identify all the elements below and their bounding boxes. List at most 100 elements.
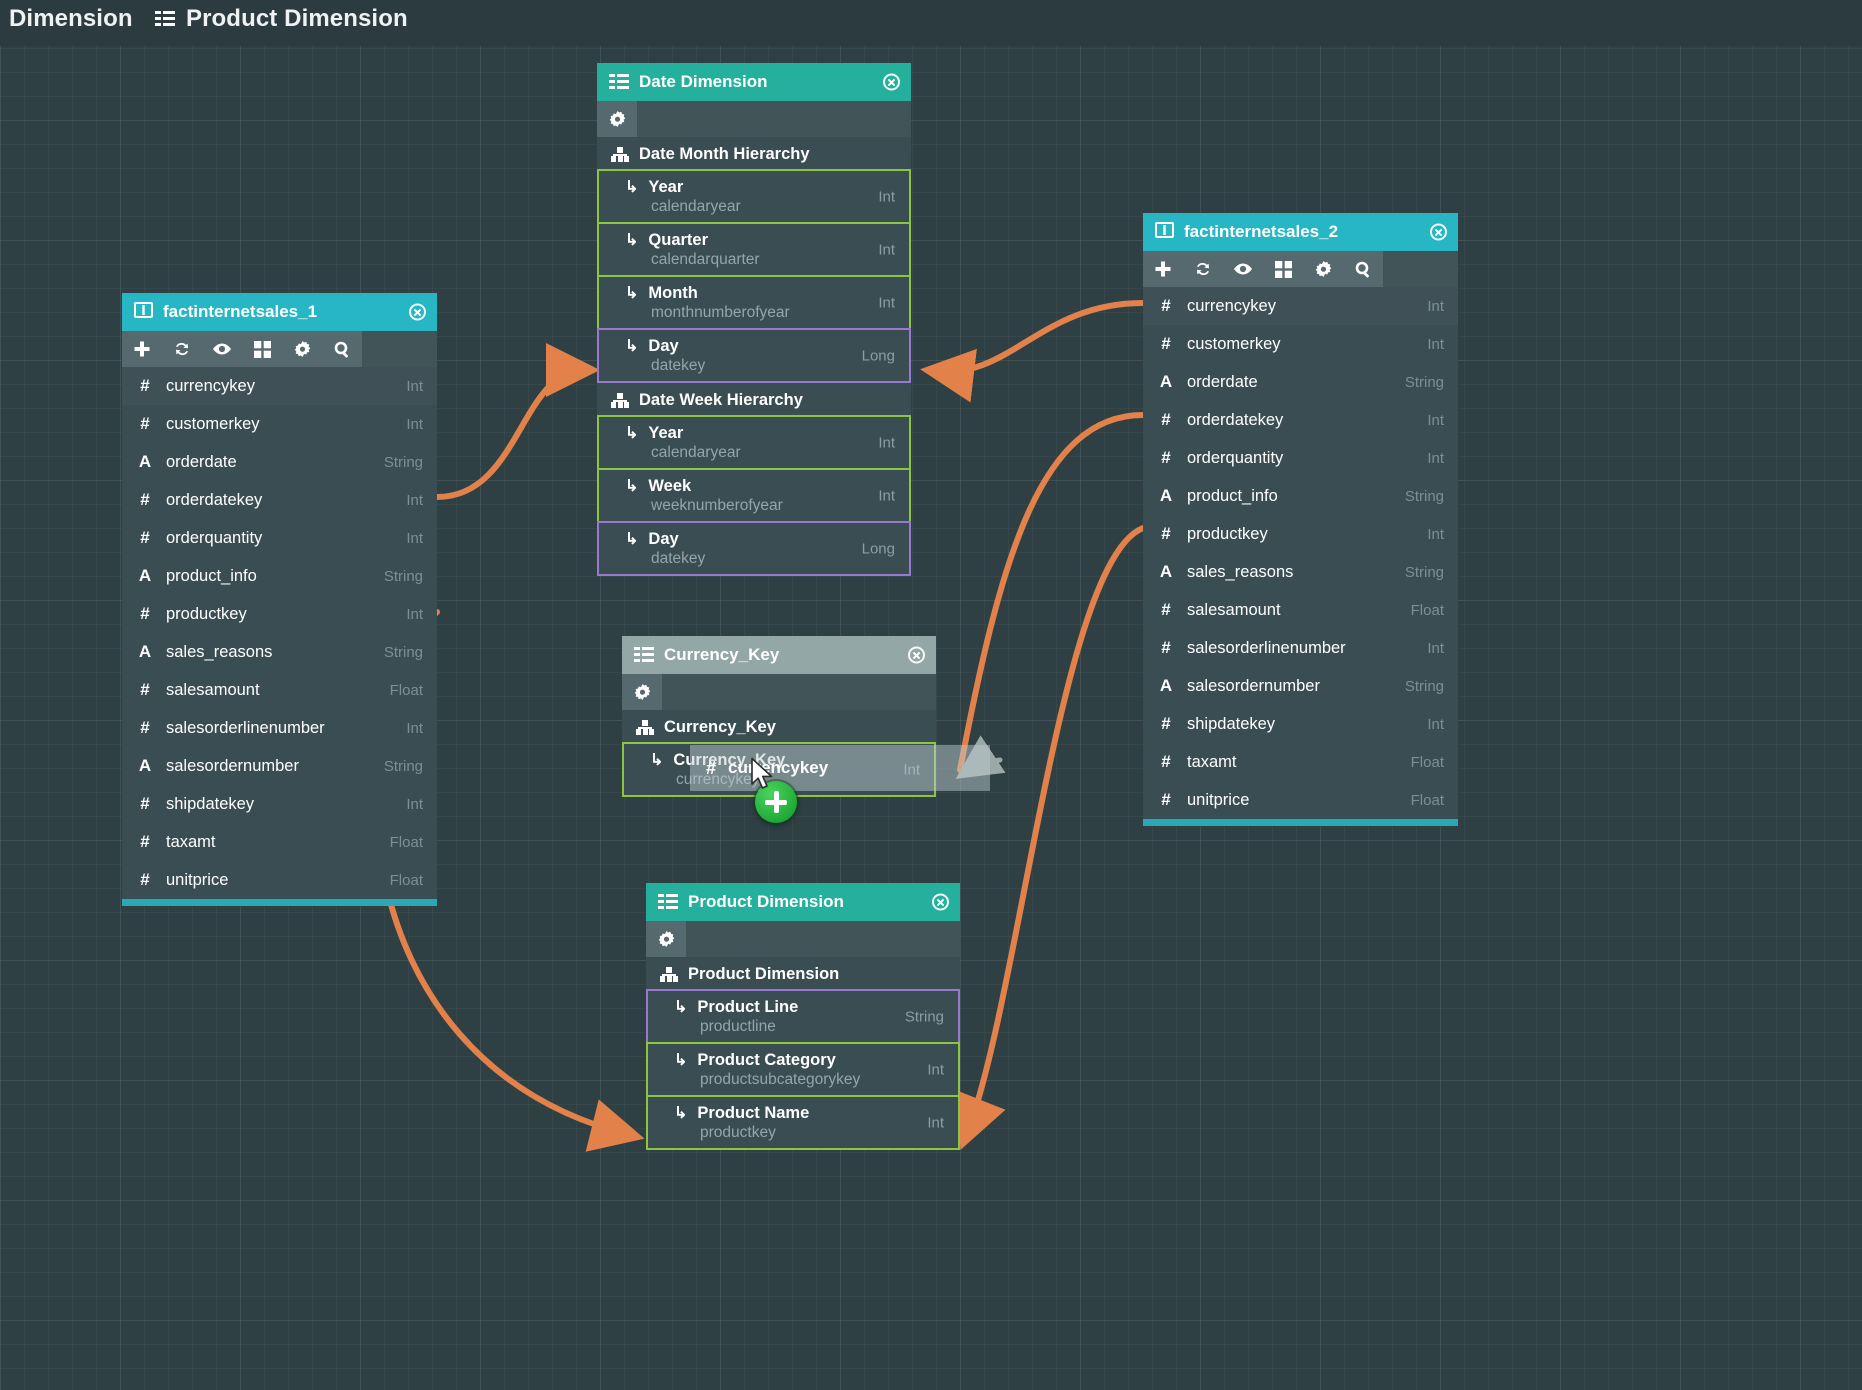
card-factinternetsales-2[interactable]: factinternetsales_2 # currencykey Int # cust… xyxy=(1143,213,1458,826)
settings-button[interactable] xyxy=(1303,251,1343,287)
field-row[interactable]: # currencykey Int xyxy=(122,367,437,405)
settings-button[interactable] xyxy=(282,331,322,367)
settings-button[interactable] xyxy=(622,674,662,710)
field-row[interactable]: Asalesordernumber String xyxy=(122,747,437,785)
field-type: Int xyxy=(406,719,423,737)
settings-button[interactable] xyxy=(597,101,637,137)
field-row[interactable]: Asalesordernumber String xyxy=(1143,667,1458,705)
field-name: salesamount xyxy=(166,680,260,699)
card-toolbar[interactable] xyxy=(646,921,960,957)
field-list[interactable]: # currencykey Int # customerkey Int Aorderdate… xyxy=(1143,287,1458,819)
field-row[interactable]: Asales_reasons String xyxy=(1143,553,1458,591)
close-icon[interactable] xyxy=(409,303,426,321)
field-row[interactable]: Aorderdate String xyxy=(1143,363,1458,401)
field-row[interactable]: Asales_reasons String xyxy=(122,633,437,671)
card-factinternetsales-1[interactable]: factinternetsales_1 # currencykey Int # cust… xyxy=(122,293,437,906)
hierarchy-level-row[interactable]: ↳ Product Line productline String xyxy=(646,989,960,1044)
card-toolbar[interactable] xyxy=(1143,251,1458,287)
field-name: customerkey xyxy=(166,414,260,433)
hierarchy-level-row[interactable]: ↳ Product Name productkey Int xyxy=(646,1095,960,1150)
field-row[interactable]: # productkey Int xyxy=(1143,515,1458,553)
hierarchy-level-row[interactable]: ↳ Year calendaryear Int xyxy=(597,169,911,224)
drag-ghost-currencykey: # currencykey xyxy=(690,745,990,791)
level-label: Day xyxy=(648,530,679,548)
diagram-canvas[interactable]: Dimension Product Dimension factinternet… xyxy=(0,0,1862,1390)
hierarchy-level-row[interactable]: ↳ Product Category productsubcategorykey In… xyxy=(646,1042,960,1097)
tab-dimension[interactable]: Dimension xyxy=(0,5,133,33)
field-row[interactable]: # orderquantity Int xyxy=(122,519,437,557)
card-header[interactable]: Date Dimension xyxy=(597,63,911,101)
number-icon: # xyxy=(1161,334,1171,353)
field-row[interactable]: # unitprice Float xyxy=(1143,781,1458,819)
field-type: String xyxy=(1404,487,1444,505)
hierarchy-row[interactable]: Product Dimension xyxy=(646,957,960,991)
hierarchy-level-row[interactable]: ↳ Year calendaryear Int xyxy=(597,415,911,470)
field-row[interactable]: # shipdatekey Int xyxy=(122,785,437,823)
close-icon[interactable] xyxy=(1430,223,1447,241)
card-toolbar[interactable] xyxy=(622,674,936,710)
hierarchy-list[interactable]: Date Month Hierarchy ↳ Year calendaryear Int… xyxy=(597,137,911,576)
field-row[interactable]: # orderdatekey Int xyxy=(1143,401,1458,439)
add-button[interactable] xyxy=(122,331,162,367)
field-row[interactable]: # salesamount Float xyxy=(122,671,437,709)
add-button[interactable] xyxy=(1143,251,1183,287)
card-date-dimension[interactable]: Date Dimension Date Month Hierarchy ↳ Year… xyxy=(597,63,911,576)
text-icon: A xyxy=(1159,372,1173,391)
field-row[interactable]: # orderdatekey Int xyxy=(122,481,437,519)
preview-button[interactable] xyxy=(202,331,242,367)
card-header[interactable]: factinternetsales_1 xyxy=(122,293,437,331)
field-list[interactable]: # currencykey Int # customerkey Int Aorderdate… xyxy=(122,367,437,899)
card-header[interactable]: Currency_Key xyxy=(622,636,936,674)
close-icon[interactable] xyxy=(932,893,949,911)
card-toolbar[interactable] xyxy=(122,331,437,367)
hierarchy-level-row[interactable]: ↳ Day datekey Long xyxy=(597,328,911,383)
preview-button[interactable] xyxy=(1223,251,1263,287)
field-row[interactable]: Aorderdate String xyxy=(122,443,437,481)
field-row[interactable]: # currencykey Int xyxy=(1143,287,1458,325)
hierarchy-row[interactable]: Currency_Key xyxy=(622,710,936,744)
hierarchy-icon xyxy=(611,392,629,408)
card-toolbar[interactable] xyxy=(597,101,911,137)
level-column: weeknumberofyear xyxy=(651,497,783,514)
level-type: Long xyxy=(861,540,895,557)
hierarchy-row[interactable]: Date Month Hierarchy xyxy=(597,137,911,171)
field-row[interactable]: # salesorderlinenumber Int xyxy=(122,709,437,747)
hierarchy-row[interactable]: Date Week Hierarchy xyxy=(597,383,911,417)
card-header[interactable]: factinternetsales_2 xyxy=(1143,213,1458,251)
close-icon[interactable] xyxy=(883,73,900,91)
refresh-button[interactable] xyxy=(1183,251,1223,287)
hierarchy-icon xyxy=(611,146,629,162)
search-button[interactable] xyxy=(1343,251,1383,287)
field-row[interactable]: # salesamount Float xyxy=(1143,591,1458,629)
grid-button[interactable] xyxy=(1263,251,1303,287)
field-row[interactable]: Aproduct_info String xyxy=(1143,477,1458,515)
settings-button[interactable] xyxy=(646,921,686,957)
field-row[interactable]: # unitprice Float xyxy=(122,861,437,899)
number-icon: # xyxy=(140,794,150,813)
field-row[interactable]: # taxamt Float xyxy=(122,823,437,861)
field-row[interactable]: # taxamt Float xyxy=(1143,743,1458,781)
field-row[interactable]: # salesorderlinenumber Int xyxy=(1143,629,1458,667)
field-row[interactable]: # productkey Int xyxy=(122,595,437,633)
hierarchy-level-row[interactable]: ↳ Day datekey Long xyxy=(597,521,911,576)
hierarchy-level-row[interactable]: ↳ Quarter calendarquarter Int xyxy=(597,222,911,277)
field-row[interactable]: Aproduct_info String xyxy=(122,557,437,595)
close-icon[interactable] xyxy=(908,646,925,664)
grid-button[interactable] xyxy=(242,331,282,367)
field-name: orderdate xyxy=(166,452,237,471)
card-header[interactable]: Product Dimension xyxy=(646,883,960,921)
card-product-dimension[interactable]: Product Dimension Product Dimension ↳ Prod… xyxy=(646,883,960,1150)
hierarchy-level-row[interactable]: ↳ Month monthnumberofyear Int xyxy=(597,275,911,330)
search-button[interactable] xyxy=(322,331,362,367)
field-row[interactable]: # shipdatekey Int xyxy=(1143,705,1458,743)
field-row[interactable]: # orderquantity Int xyxy=(1143,439,1458,477)
text-icon: A xyxy=(1159,486,1173,505)
field-row[interactable]: # customerkey Int xyxy=(1143,325,1458,363)
hierarchy-list[interactable]: Product Dimension ↳ Product Line productlin… xyxy=(646,957,960,1150)
field-type: String xyxy=(1404,563,1444,581)
field-row[interactable]: # customerkey Int xyxy=(122,405,437,443)
field-name: shipdatekey xyxy=(166,794,255,813)
refresh-button[interactable] xyxy=(162,331,202,367)
tab-product-dimension[interactable]: Product Dimension xyxy=(155,5,408,33)
hierarchy-level-row[interactable]: ↳ Week weeknumberofyear Int xyxy=(597,468,911,523)
